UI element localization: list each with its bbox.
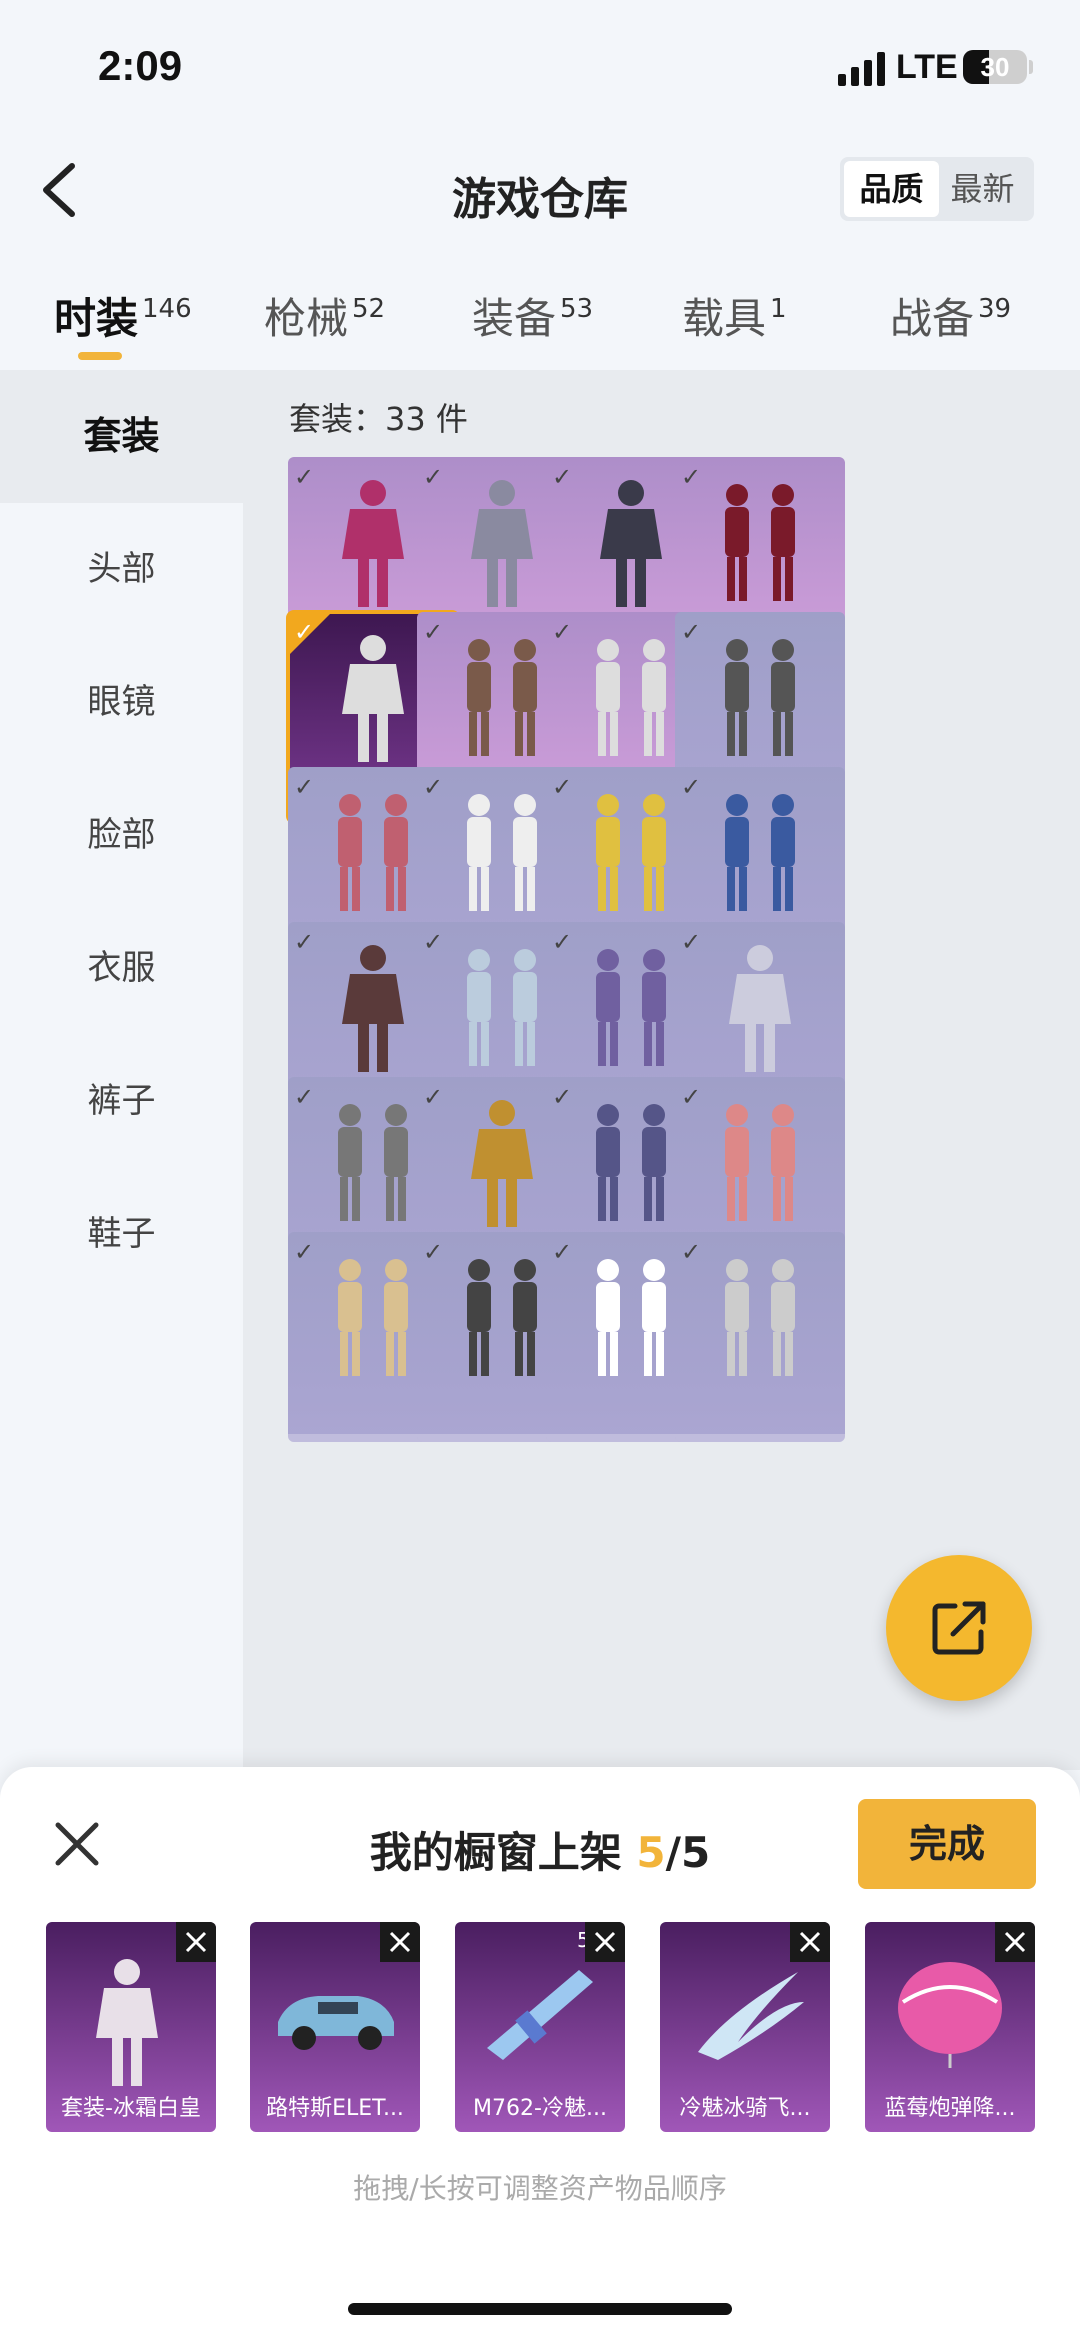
export-icon (932, 1601, 986, 1655)
tab-fashion[interactable]: 时装 146 (54, 285, 192, 346)
header: 游戏仓库 品质 最新 (0, 135, 1080, 245)
battery-nub (1029, 60, 1033, 74)
item-label: 蓝莓炮弹降... (884, 2096, 1016, 2121)
home-indicator[interactable] (348, 2303, 732, 2315)
grid-item-card[interactable]: ✓ (675, 1232, 845, 1442)
close-icon (1004, 1931, 1026, 1953)
sidebar-item-face[interactable]: 脸部 (0, 769, 243, 902)
done-button[interactable]: 完成 (858, 1799, 1036, 1889)
tab-count: 39 (978, 294, 1012, 324)
tab-vehicles[interactable]: 载具 1 (682, 285, 787, 346)
item-thumbnail (678, 1952, 812, 2072)
showcase-item-card[interactable]: 套装-冰霜白皇 (46, 1922, 216, 2132)
reorder-hint: 拖拽/长按可调整资产物品顺序 (353, 2172, 727, 2205)
item-label: 冷魅冰骑飞... (679, 2096, 811, 2121)
item-label: 套装-冰霜白皇 (61, 2096, 201, 2121)
item-thumbnail (64, 1952, 198, 2086)
item-thumbnail (697, 783, 823, 923)
share-button[interactable] (886, 1555, 1032, 1701)
category-tabs: 时装 146 枪械 52 装备 53 载具 1 战备 39 (0, 255, 1080, 365)
sidebar-item-head[interactable]: 头部 (0, 503, 243, 636)
tab-equipment[interactable]: 装备 53 (472, 285, 593, 346)
sheet-count-current: 5 (636, 1828, 666, 1877)
signal-icon (838, 52, 885, 86)
remove-item-button[interactable] (380, 1922, 420, 1962)
item-count-label: 套装：33 件 (289, 400, 468, 438)
battery-level: 30 (980, 52, 1010, 82)
tab-count: 52 (352, 294, 386, 324)
showcase-item-card[interactable]: 5 M762-冷魅... (455, 1922, 625, 2132)
tab-label: 载具 (682, 294, 767, 343)
tab-guns[interactable]: 枪械 52 (264, 285, 385, 346)
sidebar-item-glasses[interactable]: 眼镜 (0, 636, 243, 769)
battery-icon: 30 (963, 50, 1027, 84)
item-thumbnail (473, 1952, 607, 2072)
item-thumbnail (697, 1093, 823, 1233)
item-thumbnail (697, 1248, 823, 1388)
sidebar-item-pants[interactable]: 裤子 (0, 1035, 243, 1168)
sheet-title-text: 我的橱窗上架 (369, 1828, 622, 1877)
tab-label: 时装 (54, 294, 139, 343)
status-bar: 2:09 LTE 30 (0, 0, 1080, 135)
showcase-item-card[interactable]: 蓝莓炮弹降... (865, 1922, 1035, 2132)
remove-item-button[interactable] (995, 1922, 1035, 1962)
showcase-item-card[interactable]: 路特斯ELET... (250, 1922, 420, 2132)
tab-count: 146 (142, 294, 192, 324)
showcase-sheet: 我的橱窗上架 5/5 完成 套装-冰霜白皇 路特斯ELET... 5 M762-冷魅.… (0, 1767, 1080, 2337)
item-label: 路特斯ELET... (266, 2096, 404, 2121)
sheet-count-total: /5 (665, 1828, 711, 1877)
sidebar-item-shoes[interactable]: 鞋子 (0, 1168, 243, 1301)
tab-active-indicator (78, 352, 122, 360)
tab-count: 53 (560, 294, 594, 324)
sort-newest-button[interactable]: 最新 (935, 161, 1030, 217)
close-icon (594, 1931, 616, 1953)
network-type: LTE (896, 48, 958, 86)
tab-label: 战备 (890, 294, 975, 343)
sidebar: 套装 头部 眼镜 脸部 衣服 裤子 鞋子 (0, 370, 243, 1770)
item-thumbnail (697, 628, 823, 768)
item-thumbnail (697, 473, 823, 613)
remove-item-button[interactable] (585, 1922, 625, 1962)
status-time: 2:09 (98, 42, 183, 89)
remove-item-button[interactable] (176, 1922, 216, 1962)
item-thumbnail (697, 938, 823, 1078)
sidebar-item-suit[interactable]: 套装 (0, 370, 243, 503)
item-label: M762-冷魅... (473, 2096, 607, 2121)
tab-label: 装备 (472, 294, 557, 343)
sort-quality-button[interactable]: 品质 (844, 161, 939, 217)
tab-supplies[interactable]: 战备 39 (890, 285, 1011, 346)
item-thumbnail (883, 1952, 1017, 2072)
remove-item-button[interactable] (790, 1922, 830, 1962)
close-icon (185, 1931, 207, 1953)
item-bar (675, 1434, 845, 1442)
showcase-item-card[interactable]: 冷魅冰骑飞... (660, 1922, 830, 2132)
sort-toggle: 品质 最新 (840, 157, 1034, 221)
tab-label: 枪械 (264, 294, 349, 343)
close-icon (389, 1931, 411, 1953)
close-icon (799, 1931, 821, 1953)
tab-count: 1 (770, 294, 787, 324)
sidebar-item-clothes[interactable]: 衣服 (0, 902, 243, 1035)
item-thumbnail (268, 1952, 402, 2072)
